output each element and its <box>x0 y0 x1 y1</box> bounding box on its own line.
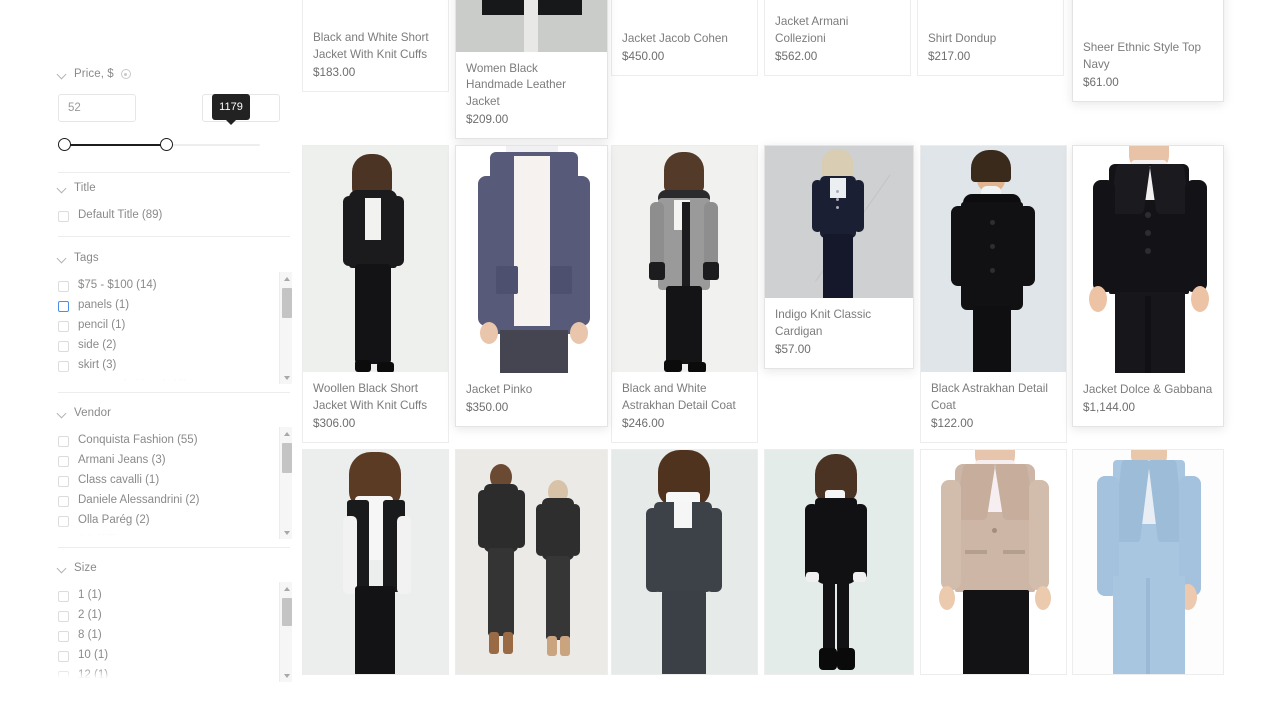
product-title: Jacket Dolce & Gabbana <box>1083 382 1213 396</box>
product-price: $122.00 <box>931 417 974 430</box>
product-image <box>456 450 607 674</box>
product-image <box>456 146 607 386</box>
product-image <box>303 450 448 674</box>
product-card-info: Jacket Dolce & Gabbana $1,144.00 <box>1073 372 1223 426</box>
product-image <box>765 450 913 674</box>
product-card-info: Black and White Short Jacket With Knit C… <box>303 22 448 91</box>
product-price: $209.00 <box>466 113 509 126</box>
product-price: $61.00 <box>1083 76 1119 89</box>
product-card-info: Jacket Jacob Cohen $450.00 <box>612 22 757 75</box>
product-card[interactable] <box>1072 449 1224 675</box>
product-card[interactable]: Indigo Knit Classic Cardigan $57.00 <box>764 145 914 369</box>
product-card[interactable]: Black Astrakhan Detail Coat $122.00 <box>920 145 1067 443</box>
product-image <box>303 146 448 386</box>
product-image <box>1073 450 1223 674</box>
product-card[interactable] <box>611 449 758 675</box>
product-card[interactable]: Shirt Dondup $217.00 <box>917 0 1064 76</box>
product-card[interactable]: Jacket Jacob Cohen $450.00 <box>611 0 758 76</box>
product-image <box>456 0 607 55</box>
product-card-info: Jacket Pinko $350.00 <box>456 372 607 426</box>
product-image <box>1073 146 1223 386</box>
product-title: Sheer Ethnic Style Top Navy <box>1083 41 1202 71</box>
product-title: Black and White Astrakhan Detail Coat <box>622 382 736 412</box>
product-card[interactable]: Jacket Armani Collezioni $562.00 <box>764 0 911 76</box>
product-image <box>921 450 1066 674</box>
product-price: $562.00 <box>775 50 818 63</box>
product-card-info: Black and White Astrakhan Detail Coat $2… <box>612 372 757 442</box>
product-grid: Black and White Short Jacket With Knit C… <box>0 0 1280 720</box>
product-card-info: Women Black Handmade Leather Jacket $209… <box>456 51 607 138</box>
product-image <box>765 146 913 301</box>
product-listing-page: Price, $ 1179 Title <box>0 0 1280 720</box>
product-title: Jacket Jacob Cohen <box>622 31 728 45</box>
product-card[interactable]: Woollen Black Short Jacket With Knit Cuf… <box>302 145 449 443</box>
product-image <box>612 146 757 386</box>
product-card[interactable]: Sheer Ethnic Style Top Navy $61.00 <box>1072 0 1224 102</box>
product-price: $57.00 <box>775 343 811 356</box>
product-image <box>612 450 757 674</box>
product-card-info: Black Astrakhan Detail Coat $122.00 <box>921 372 1066 442</box>
product-card[interactable]: Jacket Dolce & Gabbana $1,144.00 <box>1072 145 1224 427</box>
product-title: Black and White Short Jacket With Knit C… <box>313 31 429 61</box>
product-price: $350.00 <box>466 401 509 414</box>
product-card[interactable]: Black and White Astrakhan Detail Coat $2… <box>611 145 758 443</box>
product-title: Jacket Armani Collezioni <box>775 15 849 45</box>
product-title: Shirt Dondup <box>928 31 997 45</box>
product-title: Indigo Knit Classic Cardigan <box>775 308 872 338</box>
product-card[interactable] <box>455 449 608 675</box>
price-slider-tooltip: 1179 <box>212 94 250 125</box>
product-title: Woollen Black Short Jacket With Knit Cuf… <box>313 382 428 412</box>
product-price: $246.00 <box>622 417 665 430</box>
product-card[interactable] <box>764 449 914 675</box>
product-title: Jacket Pinko <box>466 382 533 396</box>
product-card[interactable] <box>920 449 1067 675</box>
product-card[interactable]: Women Black Handmade Leather Jacket $209… <box>455 0 608 139</box>
product-card[interactable] <box>302 449 449 675</box>
product-card-info: Sheer Ethnic Style Top Navy $61.00 <box>1073 32 1223 101</box>
product-title: Black Astrakhan Detail Coat <box>931 382 1048 412</box>
product-card-info: Jacket Armani Collezioni $562.00 <box>765 6 910 75</box>
product-price: $306.00 <box>313 417 356 430</box>
product-title: Women Black Handmade Leather Jacket <box>466 61 567 108</box>
product-card-info: Shirt Dondup $217.00 <box>918 22 1063 75</box>
product-card-info: Indigo Knit Classic Cardigan $57.00 <box>765 298 913 368</box>
product-price: $217.00 <box>928 50 971 63</box>
product-card[interactable]: Black and White Short Jacket With Knit C… <box>302 0 449 92</box>
product-image <box>921 146 1066 386</box>
product-price: $1,144.00 <box>1083 401 1135 414</box>
product-price: $183.00 <box>313 66 356 79</box>
product-price: $450.00 <box>622 50 665 63</box>
product-card[interactable]: Jacket Pinko $350.00 <box>455 145 608 427</box>
product-card-info: Woollen Black Short Jacket With Knit Cuf… <box>303 372 448 442</box>
